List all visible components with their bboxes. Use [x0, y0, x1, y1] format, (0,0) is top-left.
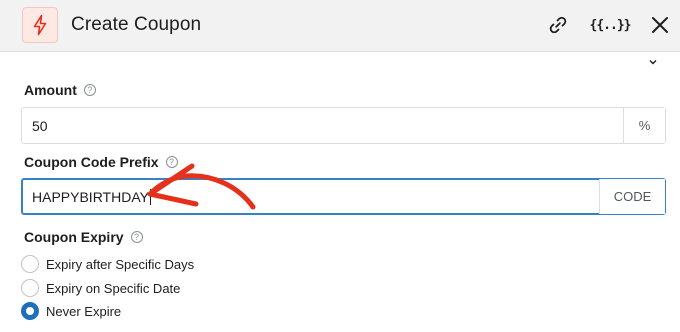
coupon-code-suffix: CODE [599, 179, 665, 214]
expiry-option-never-expire[interactable]: Never Expire [21, 302, 121, 320]
lightning-icon [22, 7, 58, 43]
radio-button[interactable] [21, 279, 39, 297]
coupon-expiry-label: Coupon Expiry ? [24, 229, 143, 245]
chevron-down-icon[interactable] [648, 59, 658, 65]
coupon-code-prefix-input[interactable]: HAPPYBIRTHDAY [22, 179, 599, 214]
expiry-option-label: Expiry on Specific Date [46, 280, 181, 296]
link-icon[interactable] [546, 13, 570, 37]
help-icon[interactable]: ? [130, 231, 143, 243]
coupon-expiry-label-text: Coupon Expiry [24, 229, 124, 245]
text-caret [149, 188, 151, 205]
help-icon[interactable]: ? [165, 156, 178, 168]
coupon-code-prefix-value: HAPPYBIRTHDAY [32, 188, 149, 205]
coupon-code-prefix-field[interactable]: HAPPYBIRTHDAY CODE [21, 178, 666, 215]
amount-input[interactable]: 50 [22, 108, 623, 143]
close-icon[interactable] [648, 13, 672, 37]
expiry-option-label: Never Expire [46, 303, 122, 319]
radio-button[interactable] [21, 255, 39, 273]
expiry-option-specific-days[interactable]: Expiry after Specific Days [21, 255, 194, 273]
panel-header: Create Coupon {{..}} [0, 0, 680, 52]
amount-suffix: % [623, 108, 665, 143]
smart-tags-icon[interactable]: {{..}} [590, 13, 632, 37]
expiry-option-label: Expiry after Specific Days [46, 256, 195, 272]
amount-label-text: Amount [24, 82, 77, 98]
radio-button-checked[interactable] [21, 302, 39, 320]
amount-label: Amount ? [24, 82, 96, 98]
expiry-option-specific-date[interactable]: Expiry on Specific Date [21, 279, 180, 297]
panel-title: Create Coupon [71, 14, 202, 35]
coupon-code-prefix-label: Coupon Code Prefix ? [24, 154, 178, 170]
coupon-code-prefix-label-text: Coupon Code Prefix [24, 154, 159, 170]
amount-field[interactable]: 50 % [21, 107, 666, 144]
help-icon[interactable]: ? [83, 84, 96, 96]
